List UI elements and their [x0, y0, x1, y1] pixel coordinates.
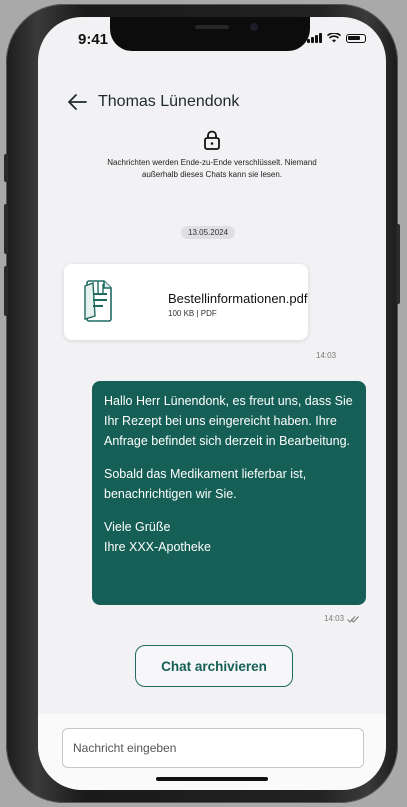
front-camera — [250, 23, 258, 31]
message-input[interactable] — [62, 728, 364, 768]
notch — [110, 17, 310, 51]
arrow-left-icon[interactable] — [66, 91, 90, 113]
message-time: 14:03 — [324, 614, 345, 623]
chat-header: Thomas Lünendonk — [38, 89, 386, 119]
message-status: 14:03 — [324, 614, 359, 623]
speaker-grille — [195, 25, 229, 29]
contact-name: Thomas Lünendonk — [98, 93, 240, 110]
message-time: 14:03 — [316, 351, 337, 360]
message-bubble-outgoing: Hallo Herr Lünendonk, es freut uns, dass… — [92, 381, 366, 605]
file-meta: 100 KB | PDF — [168, 309, 217, 318]
encryption-notice: Nachrichten werden Ende-zu-Ende verschlü… — [38, 129, 386, 181]
message-paragraph: Hallo Herr Lünendonk, es freut uns, dass… — [104, 394, 353, 448]
message-paragraph: Sobald das Medikament lieferbar ist, ben… — [104, 467, 307, 501]
signal-icon — [307, 33, 322, 43]
volume-up-button — [4, 204, 8, 254]
mute-switch — [4, 154, 8, 182]
message-paragraph: Viele Grüße — [104, 520, 171, 534]
pdf-file-icon — [84, 280, 112, 322]
status-icons — [307, 33, 366, 43]
status-time: 9:41 — [78, 31, 109, 48]
message-paragraph: Ihre XXX-Apotheke — [104, 540, 212, 554]
volume-down-button — [4, 266, 8, 316]
file-name: Bestellinformationen.pdf — [168, 291, 308, 306]
wifi-icon — [327, 33, 341, 43]
double-check-icon — [347, 615, 359, 623]
phone-screen: 9:41 Thomas Lünendonk Nachrichten werden… — [38, 17, 386, 790]
encryption-text: Nachrichten werden Ende-zu-Ende verschlü… — [107, 158, 317, 179]
lock-icon — [204, 130, 220, 150]
file-attachment[interactable]: Bestellinformationen.pdf 100 KB | PDF — [64, 264, 308, 340]
date-badge: 13.05.2024 — [181, 226, 236, 239]
home-indicator[interactable] — [156, 777, 268, 781]
battery-icon — [346, 33, 366, 43]
archive-chat-button[interactable]: Chat archivieren — [135, 645, 293, 687]
status-bar: 9:41 — [38, 17, 386, 61]
power-button — [396, 224, 400, 304]
